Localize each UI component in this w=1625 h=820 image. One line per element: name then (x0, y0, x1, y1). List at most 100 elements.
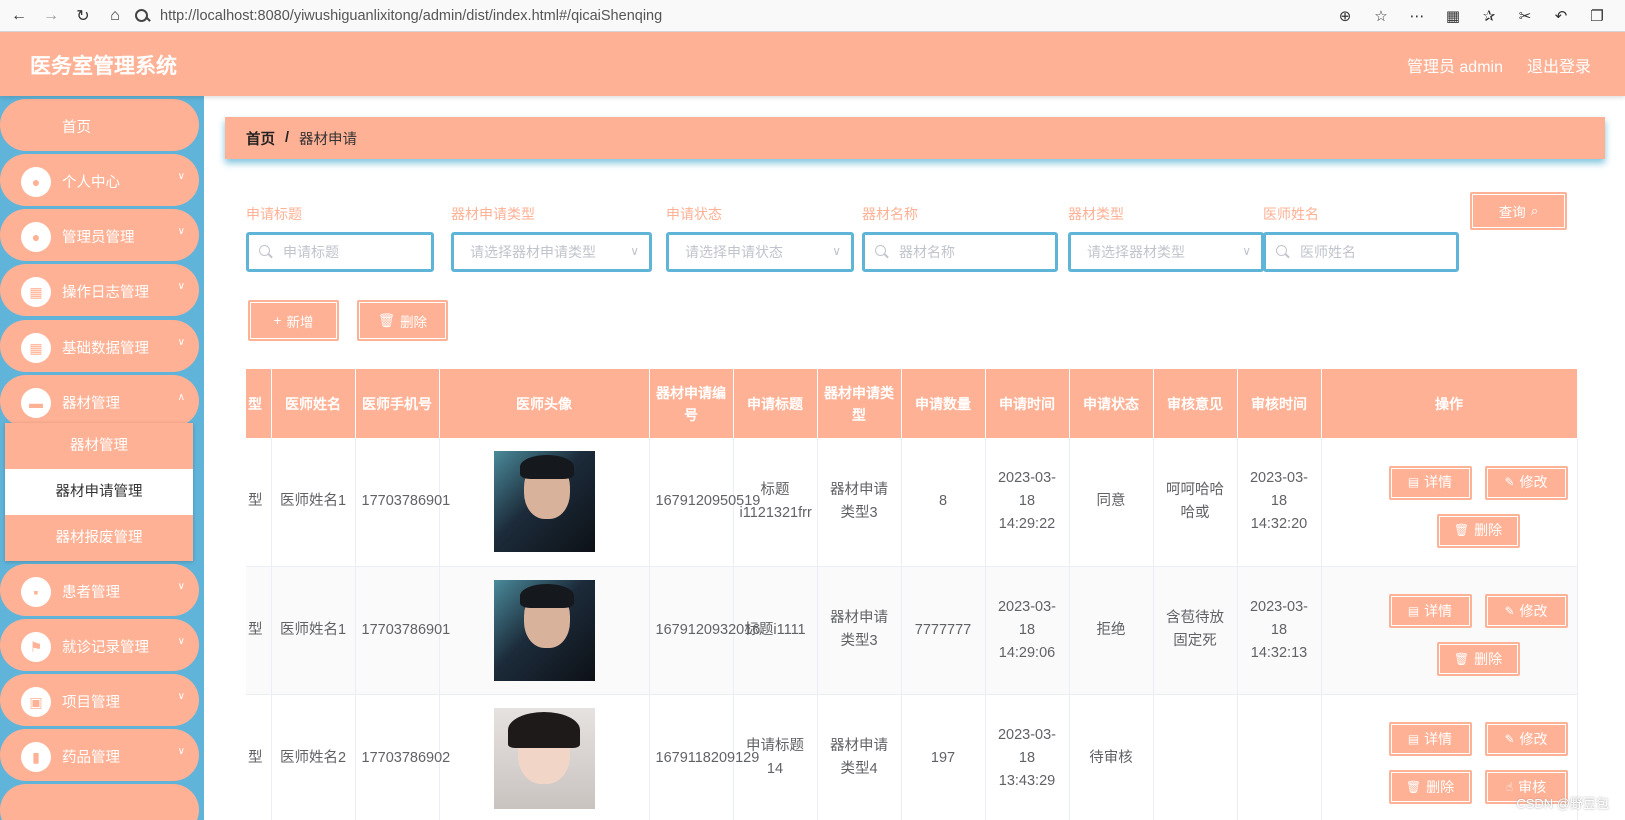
more-icon[interactable]: ⋯ (1399, 7, 1435, 25)
sidebar-item-label: 药品管理 (62, 750, 120, 766)
search-icon (875, 245, 889, 259)
breadcrumb-home[interactable]: 首页 (246, 128, 275, 149)
restore-icon[interactable]: ❐ (1579, 7, 1615, 25)
sidebar-item-label: 管理员管理 (62, 230, 135, 246)
filter-doctor-name-input[interactable]: 医师姓名 (1263, 232, 1459, 272)
batch-delete-button[interactable]: 🗑 删除 (357, 300, 448, 341)
address-bar[interactable]: http://localhost:8080/yiwushiguanlixiton… (134, 3, 1324, 29)
edit-button-label: 修改 (1519, 730, 1548, 747)
filter-equipment-name-placeholder: 器材名称 (899, 244, 955, 260)
table-header-row: 型 医师姓名 医师手机号 医师头像 器材申请编号 申请标题 器材申请类型 申请数… (246, 369, 1578, 438)
cell-ops: ▤ 详情 ✎ 修改 🗑 删除 (1321, 566, 1578, 695)
sidebar-item-visits[interactable]: ⚑ 就诊记录管理 ∨ (0, 619, 199, 671)
clipboard-icon: ▣ (21, 687, 51, 717)
search-button[interactable]: 查询 ⌕ (1470, 192, 1567, 230)
sidebar-item-basedata[interactable]: ▦ 基础数据管理 ∨ (0, 320, 199, 372)
home-icon[interactable]: ⌂ (102, 7, 128, 25)
submenu-item-equipment-apply[interactable]: 器材申请管理 (5, 469, 193, 515)
equipment-submenu: 器材管理 器材申请管理 器材报废管理 (5, 423, 193, 561)
edit-button[interactable]: ✎ 修改 (1484, 465, 1568, 500)
submenu-item-equipment-scrap[interactable]: 器材报废管理 (5, 515, 193, 561)
chevron-down-icon: ∨ (832, 244, 841, 258)
favorites-icon[interactable]: ✰ (1471, 7, 1507, 25)
breadcrumb-current: 器材申请 (299, 131, 358, 148)
column-header: 医师头像 (439, 369, 650, 438)
cell-time: 2023-03-18 13:43:29 (985, 694, 1070, 820)
reload-icon[interactable]: ↻ (70, 6, 96, 26)
cell-qty: 197 (901, 694, 986, 820)
chat-icon: ▪ (21, 577, 51, 607)
forward-icon[interactable]: → (38, 7, 64, 25)
cell-type: 型 (246, 694, 272, 820)
filter-equipment-name-input[interactable]: 器材名称 (862, 232, 1058, 272)
avatar[interactable] (493, 451, 595, 553)
cell-opinion: 含苞待放固定死 (1153, 566, 1238, 695)
delete-button[interactable]: 🗑 删除 (1436, 513, 1520, 548)
browser-tools: ⊕ ☆ ⋯ ▦ ✰ ✂ ↶ ❐ (1327, 0, 1615, 32)
cell-opinion (1153, 694, 1238, 820)
chevron-down-icon: ∨ (177, 746, 185, 757)
sidebar-item-equipment[interactable]: ▬ 器材管理 ∧ (0, 375, 199, 427)
search-button-label: 查询 (1498, 205, 1526, 220)
detail-button-label: 详情 (1424, 474, 1453, 491)
sidebar-item-more[interactable] (0, 784, 199, 820)
cell-code: 1679120932016 (649, 566, 760, 695)
sidebar-item-home[interactable]: 首页 (0, 99, 199, 151)
delete-button[interactable]: 🗑 删除 (1388, 770, 1472, 804)
search-icon (259, 245, 273, 259)
cell-type: 型 (246, 566, 272, 695)
sidebar-item-patient[interactable]: ▪ 患者管理 ∨ (0, 564, 199, 616)
sidebar-item-label: 项目管理 (62, 695, 120, 711)
sidebar-item-profile[interactable]: ● 个人中心 ∨ (0, 154, 199, 206)
back-icon[interactable]: ← (6, 7, 32, 25)
sidebar-item-admin[interactable]: ● 管理员管理 ∨ (0, 209, 199, 261)
filter-status-label: 申请状态 (666, 206, 722, 222)
filter-title-placeholder: 申请标题 (283, 244, 339, 260)
logout-link[interactable]: 退出登录 (1527, 53, 1591, 77)
filter-apply-type-placeholder: 请选择器材申请类型 (470, 244, 596, 260)
detail-button[interactable]: ▤ 详情 (1388, 594, 1472, 628)
pencil-icon: ✎ (1504, 603, 1515, 618)
apps-icon[interactable]: ▦ (1435, 7, 1471, 25)
breadcrumb: 首页 / 器材申请 (225, 117, 1605, 159)
app-header: 医务室管理系统 管理员 admin 退出登录 (0, 32, 1625, 96)
cell-title: 标题i1121321frr (733, 438, 818, 567)
cell-qty: 7777777 (901, 566, 986, 695)
cell-code: 1679120950519 (649, 438, 760, 567)
sidebar-item-medicine[interactable]: ▮ 药品管理 ∨ (0, 729, 199, 781)
browser-toolbar: ← → ↻ ⌂ http://localhost:8080/yiwushigua… (0, 0, 1625, 32)
sidebar-item-projects[interactable]: ▣ 项目管理 ∨ (0, 674, 199, 726)
filter-status-select[interactable]: 请选择申请状态 ∨ (666, 232, 854, 272)
chevron-down-icon: ∨ (177, 581, 185, 592)
detail-button[interactable]: ▤ 详情 (1388, 465, 1472, 500)
sidebar-item-label: 就诊记录管理 (62, 640, 149, 656)
avatar[interactable] (493, 579, 595, 681)
delete-button[interactable]: 🗑 删除 (1436, 642, 1520, 676)
undo-icon[interactable]: ↶ (1543, 7, 1579, 25)
detail-button[interactable]: ▤ 详情 (1388, 722, 1472, 756)
zoom-icon[interactable]: ⊕ (1327, 7, 1363, 25)
column-header: 申请数量 (901, 369, 986, 438)
add-button[interactable]: + 新增 (248, 300, 339, 341)
filter-equipment-type-select[interactable]: 请选择器材类型 ∨ (1068, 232, 1264, 272)
star-icon[interactable]: ☆ (1363, 7, 1399, 25)
filter-apply-type-select[interactable]: 请选择器材申请类型 ∨ (451, 232, 652, 272)
submenu-item-equipment[interactable]: 器材管理 (5, 423, 193, 469)
cell-avatar (439, 438, 650, 567)
chevron-down-icon: ∨ (177, 281, 185, 292)
scissors-icon[interactable]: ✂ (1507, 7, 1543, 25)
avatar[interactable] (493, 707, 595, 809)
filter-apply-type-label: 器材申请类型 (451, 206, 535, 222)
sidebar-item-label: 基础数据管理 (62, 341, 149, 357)
plus-icon: + (273, 313, 282, 328)
filter-title-input[interactable]: 申请标题 (246, 232, 434, 272)
edit-button[interactable]: ✎ 修改 (1484, 594, 1568, 628)
cell-review-time: 2023-03-18 14:32:13 (1237, 566, 1322, 695)
filter-equipment-type-label: 器材类型 (1068, 206, 1124, 222)
sidebar-item-oplog[interactable]: ▦ 操作日志管理 ∨ (0, 264, 199, 316)
edit-button[interactable]: ✎ 修改 (1484, 722, 1568, 756)
sidebar-item-label: 首页 (62, 120, 91, 136)
url-text: http://localhost:8080/yiwushiguanlixiton… (160, 8, 663, 24)
grid-icon: ▦ (21, 333, 51, 363)
chevron-down-icon: ∨ (177, 636, 185, 647)
